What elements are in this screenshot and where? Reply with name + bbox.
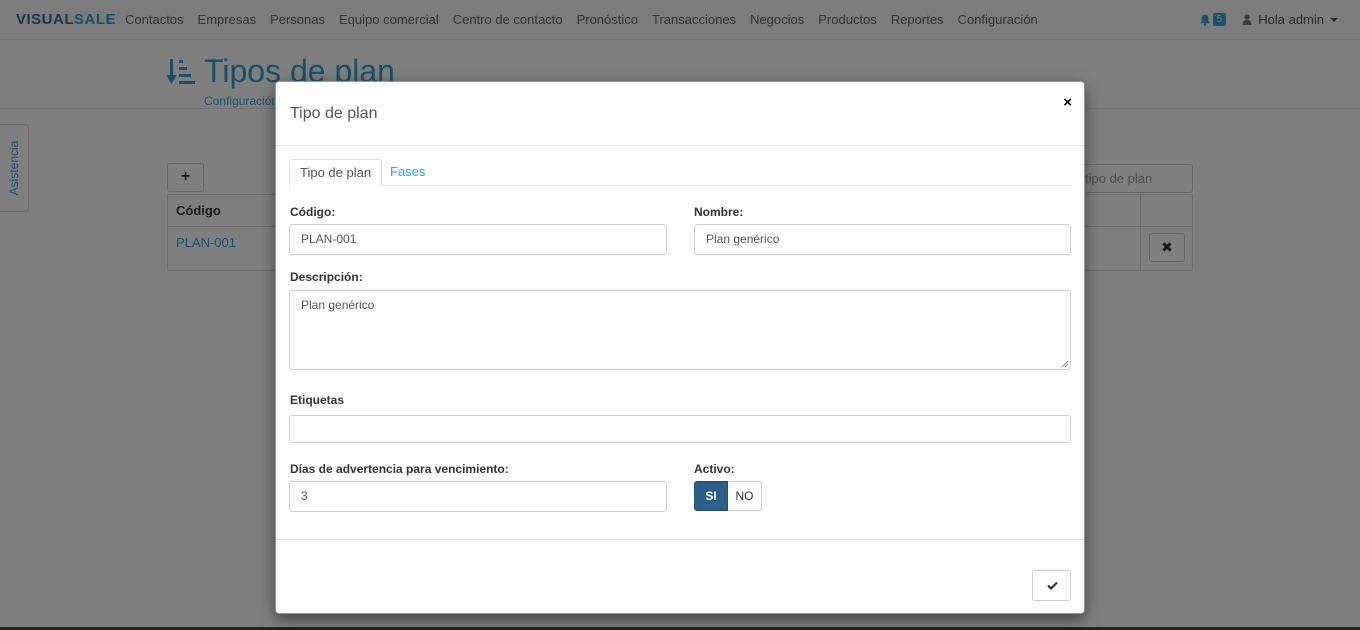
dias-advertencia-input[interactable]: 3 [289,481,667,512]
tab-tipo-de-plan[interactable]: Tipo de plan [289,159,383,187]
activo-toggle: SI NO [694,481,762,511]
modal-tabs: Tipo de plan Fases [289,159,1072,187]
descripcion-textarea[interactable]: Plan genérico [289,290,1071,370]
codigo-label: Código: [290,205,336,219]
confirm-button[interactable] [1032,570,1071,601]
codigo-input[interactable]: PLAN-001 [289,224,667,255]
activo-label: Activo: [694,462,735,476]
nombre-label: Nombre: [694,205,744,219]
descripcion-text: Plan genérico [301,298,375,312]
nombre-input[interactable]: Plan genérico [694,224,1071,255]
modal-title: Tipo de plan [290,105,378,122]
modal-footer-divider [276,539,1084,540]
close-icon[interactable]: × [1063,94,1072,111]
activo-si-button[interactable]: SI [694,481,728,511]
descripcion-label: Descripción: [290,270,363,284]
etiquetas-input[interactable] [289,415,1071,443]
resize-grip-icon[interactable] [1061,360,1069,368]
activo-no-button[interactable]: NO [728,481,762,511]
dias-advertencia-label: Días de advertencia para vencimiento: [290,462,509,476]
check-icon [1047,581,1058,590]
modal-header-divider [276,145,1084,146]
etiquetas-label: Etiquetas [290,393,345,407]
tab-fases[interactable]: Fases [380,159,435,187]
plan-type-modal: Tipo de plan × Tipo de plan Fases Código… [275,81,1085,614]
